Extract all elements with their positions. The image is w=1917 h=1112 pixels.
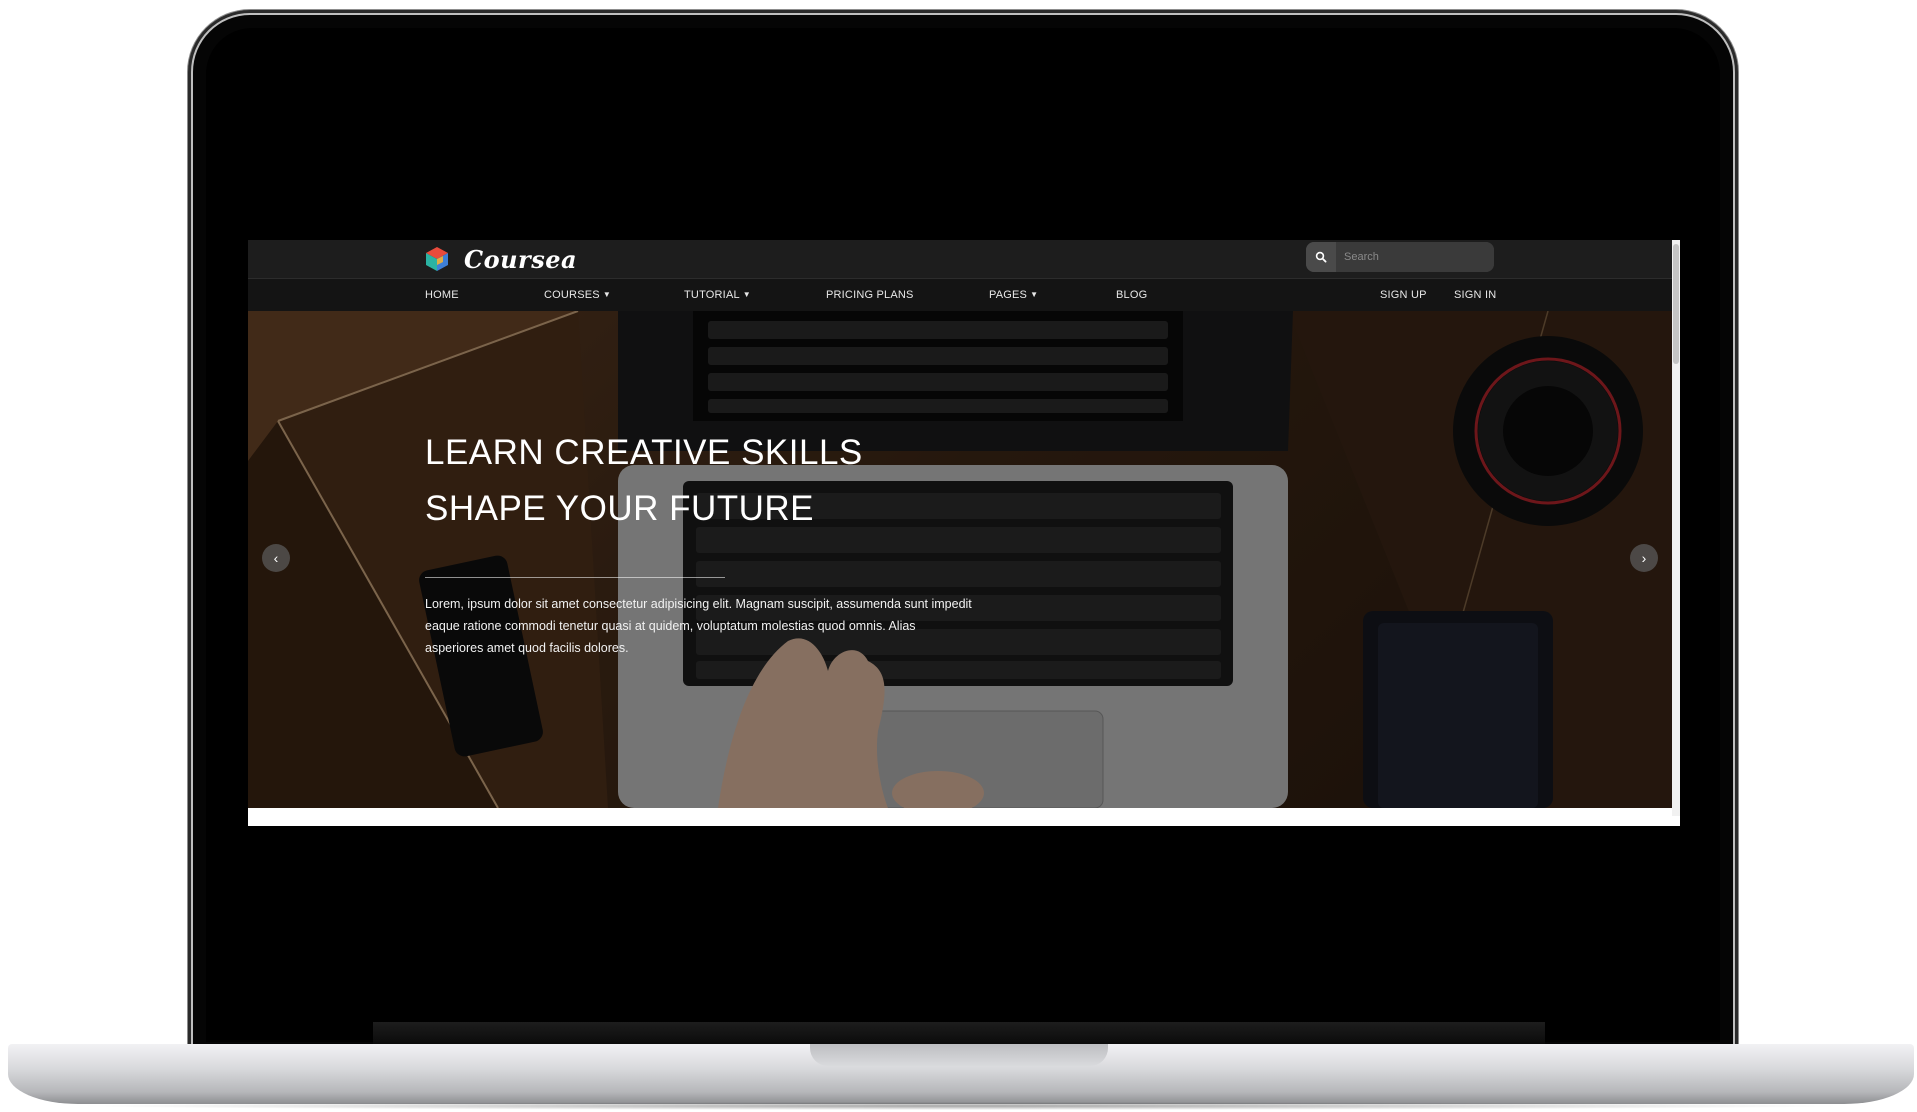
nav-label: BLOG xyxy=(1116,289,1148,301)
brand-logo[interactable]: Coursea xyxy=(424,240,577,278)
nav-item-courses[interactable]: COURSES ▼ xyxy=(544,279,611,311)
search-button[interactable] xyxy=(1306,242,1336,272)
nav-label: SIGN IN xyxy=(1454,289,1497,301)
nav-item-blog[interactable]: BLOG xyxy=(1116,279,1147,311)
hero-divider xyxy=(425,577,725,578)
chevron-right-icon: › xyxy=(1641,550,1647,566)
brand-name: Coursea xyxy=(464,244,578,274)
hero-overlay xyxy=(248,311,1672,808)
website-viewport: Coursea HOME COURSES▼ TUTORIAL▼ PRICING … xyxy=(248,240,1680,826)
nav-label: TUTORIAL xyxy=(684,289,740,301)
chevron-down-icon: ▼ xyxy=(742,290,751,299)
slider-prev-button[interactable]: ‹ xyxy=(262,544,290,572)
search-box xyxy=(1306,242,1494,272)
search-icon xyxy=(1315,251,1327,263)
nav-item-pages[interactable]: PAGES ▼ xyxy=(989,279,1038,311)
top-header: Coursea xyxy=(248,240,1672,279)
hexagon-cube-icon xyxy=(426,247,448,271)
nav-label: PRICING PLANS xyxy=(826,289,914,301)
hero-slider: LEARN CREATIVE SKILLS SHAPE YOUR FUTURE … xyxy=(248,311,1672,808)
laptop-shadow xyxy=(70,1102,1850,1110)
nav-label: SIGN UP xyxy=(1380,289,1427,301)
chevron-down-icon: ▼ xyxy=(1030,290,1039,299)
nav-item-tutorial[interactable]: TUTORIAL ▼ xyxy=(684,279,751,311)
page-scrollbar[interactable] xyxy=(1672,240,1680,816)
main-nav: HOME COURSES ▼ TUTORIAL ▼ PRICING PLANS PA… xyxy=(248,279,1672,311)
hero-description: Lorem, ipsum dolor sit amet consectetur … xyxy=(425,597,972,655)
nav-label: HOME xyxy=(425,289,459,301)
scrollbar-thumb[interactable] xyxy=(1673,244,1679,364)
nav-label: PAGES xyxy=(989,289,1028,301)
sign-in-link[interactable]: SIGN IN xyxy=(1454,279,1496,311)
chevron-left-icon: ‹ xyxy=(273,550,279,566)
sign-up-link[interactable]: SIGN UP xyxy=(1380,279,1427,311)
nav-item-home[interactable]: HOME xyxy=(425,279,459,311)
nav-item-pricing-plans[interactable]: PRICING PLANS xyxy=(826,279,914,311)
hero-title-line-2: SHAPE YOUR FUTURE xyxy=(425,489,815,528)
chevron-down-icon: ▼ xyxy=(602,290,611,299)
hero-title-line-1: LEARN CREATIVE SKILLS xyxy=(425,433,863,472)
search-input[interactable] xyxy=(1336,242,1494,272)
laptop-hinge xyxy=(373,1022,1545,1044)
laptop-notch xyxy=(810,1044,1108,1066)
slider-next-button[interactable]: › xyxy=(1630,544,1658,572)
nav-label: COURSES xyxy=(544,289,600,301)
